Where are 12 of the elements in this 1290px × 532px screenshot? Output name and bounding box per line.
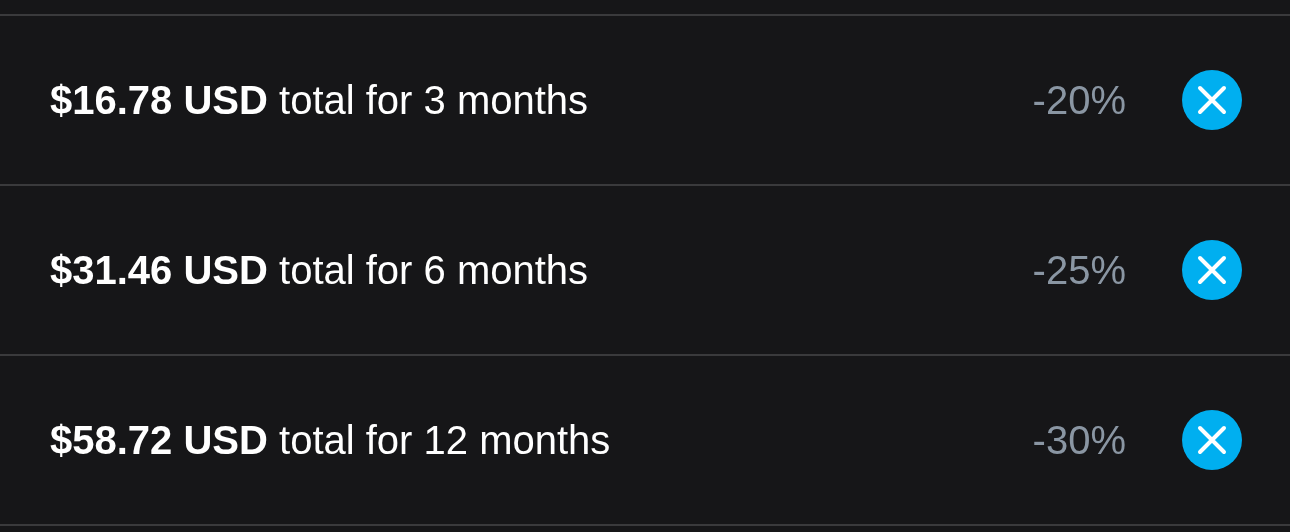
remove-button[interactable] [1182, 410, 1242, 470]
discount-percent: -25% [1032, 247, 1126, 293]
close-icon [1197, 85, 1227, 115]
close-icon [1197, 255, 1227, 285]
close-icon [1197, 425, 1227, 455]
discount-percent: -30% [1032, 417, 1126, 463]
discount-percent: -20% [1032, 77, 1126, 123]
bundle-price: $31.46 USD total for 6 months [50, 247, 590, 293]
bundle-price: $58.72 USD total for 12 months [50, 417, 612, 463]
remove-button[interactable] [1182, 70, 1242, 130]
bundle-price: $16.78 USD total for 3 months [50, 77, 590, 123]
remove-button[interactable] [1182, 240, 1242, 300]
